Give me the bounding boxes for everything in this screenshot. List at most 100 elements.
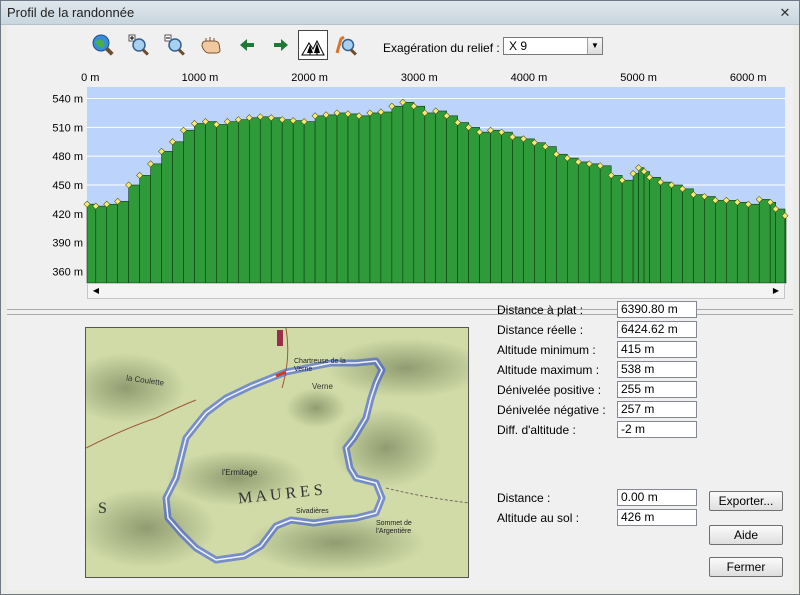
stat-value: 415 m	[617, 341, 697, 358]
profile-bar	[106, 203, 119, 284]
profile-bar	[183, 129, 195, 284]
stat-label: Dénivelée positive :	[497, 383, 602, 397]
profile-bar	[775, 208, 786, 284]
map-label-ermitage: l'Ermitage	[222, 468, 258, 477]
export-button[interactable]: Exporter...	[709, 491, 783, 511]
x-tick-label: 6000 m	[730, 72, 767, 84]
profile-bar	[545, 146, 557, 284]
profile-bar	[391, 105, 404, 284]
scroll-right-icon[interactable]: ▶	[768, 284, 784, 298]
profile-bar	[682, 188, 694, 284]
zoom-in-button[interactable]	[125, 31, 153, 59]
profile-bar	[402, 102, 415, 284]
profile-bar	[638, 167, 645, 284]
profile-bar	[523, 138, 535, 284]
profile-bar	[704, 196, 716, 284]
stat-value: 255 m	[617, 381, 697, 398]
route-map[interactable]: la Coulette Verne Chartreuse de la Verne…	[85, 327, 469, 578]
topo-map-image	[86, 328, 468, 577]
profile-bar	[599, 165, 612, 284]
stat-label: Altitude maximum :	[497, 363, 600, 377]
arrow-right-icon	[274, 39, 288, 51]
stat-label: Dénivelée négative :	[497, 403, 606, 417]
window-client: Exagération du relief : X 9 ▼ 0 m 1000 m 2…	[7, 25, 793, 590]
profile-bar	[556, 153, 568, 284]
cursor-stat-label: Distance :	[497, 491, 551, 505]
profile-bar	[621, 179, 634, 284]
pan-button[interactable]	[197, 31, 225, 59]
map-label-sommet: Sommet de l'Argentière	[376, 520, 412, 535]
profile-bar	[479, 131, 491, 284]
profile-bar	[325, 114, 338, 284]
stat-label: Distance réelle :	[497, 323, 584, 337]
elevation-profile-chart[interactable]: 0 m 1000 m 2000 m 3000 m 4000 m 5000 m 6000 m …	[7, 63, 793, 285]
help-button[interactable]: Aide	[709, 525, 783, 545]
profile-bar	[150, 163, 162, 284]
forest-profile-toggle[interactable]	[298, 30, 328, 60]
profile-bar	[227, 121, 239, 284]
relief-exaggeration-select[interactable]: X 9 ▼	[503, 37, 603, 55]
stat-value: 6424.62 m	[617, 321, 697, 338]
profile-bar	[671, 184, 683, 284]
profile-bar	[632, 173, 639, 284]
globe-zoom-icon	[92, 34, 114, 56]
y-tick-label: 360 m	[52, 266, 83, 278]
profile-bar	[117, 201, 129, 284]
map-label-verne: Verne	[312, 382, 333, 391]
pan-hand-icon	[201, 37, 221, 54]
profile-zoom-icon	[335, 35, 357, 56]
x-tick-label: 1000 m	[182, 72, 219, 84]
profile-bar	[643, 171, 650, 284]
x-tick-label: 3000 m	[401, 72, 438, 84]
close-window-button[interactable]: ✕	[777, 5, 793, 20]
map-label-sivadieres: Sivadières	[296, 508, 329, 515]
profile-bar	[216, 124, 228, 284]
profile-bar	[512, 136, 524, 284]
profile-bar	[567, 157, 579, 284]
dropdown-arrow-icon[interactable]: ▼	[587, 38, 602, 54]
profile-window: Profil de la randonnée ✕ Exagération du …	[0, 0, 800, 595]
profile-bar	[736, 201, 749, 284]
profile-bar	[577, 161, 590, 284]
profile-bar	[358, 115, 371, 284]
globe-zoom-button[interactable]	[89, 31, 117, 59]
profile-bar	[238, 119, 250, 284]
forest-profile-icon	[301, 39, 325, 56]
profile-bar	[249, 117, 261, 284]
stat-label: Diff. d'altitude :	[497, 423, 576, 437]
stat-value: 6390.80 m	[617, 301, 697, 318]
profile-bar	[758, 199, 771, 284]
stat-value: -2 m	[617, 421, 697, 438]
profile-bar	[303, 121, 316, 284]
next-button[interactable]	[267, 31, 295, 59]
profile-bar	[86, 203, 97, 284]
profile-bar	[446, 115, 458, 284]
y-tick-label: 420 m	[52, 209, 83, 221]
zoom-in-icon	[128, 34, 149, 56]
profile-bar	[769, 201, 776, 284]
window-title: Profil de la randonnée	[7, 5, 135, 20]
zoom-out-icon	[164, 34, 185, 56]
previous-button[interactable]	[233, 31, 261, 59]
relief-exaggeration-value: X 9	[509, 39, 528, 53]
profile-bar	[588, 163, 601, 284]
title-bar[interactable]: Profil de la randonnée ✕	[1, 1, 799, 25]
profile-bar	[380, 111, 393, 284]
profile-bar	[534, 142, 546, 284]
profile-bar	[281, 119, 294, 284]
zoom-out-button[interactable]	[161, 31, 189, 59]
x-tick-label: 5000 m	[620, 72, 657, 84]
y-tick-label: 480 m	[52, 151, 83, 163]
profile-bar	[270, 117, 283, 284]
profile-bar	[369, 112, 382, 284]
profile-bar	[424, 112, 437, 284]
profile-bar	[95, 205, 108, 284]
profile-bar	[413, 105, 426, 284]
profile-horizontal-scrollbar[interactable]: ◀ ▶	[87, 283, 785, 299]
stat-label: Distance à plat :	[497, 303, 584, 317]
scroll-left-icon[interactable]: ◀	[88, 284, 104, 298]
profile-zoom-button[interactable]	[333, 31, 361, 59]
profile-bar	[194, 123, 206, 284]
close-button[interactable]: Fermer	[709, 557, 783, 577]
profile-bar	[139, 175, 151, 284]
